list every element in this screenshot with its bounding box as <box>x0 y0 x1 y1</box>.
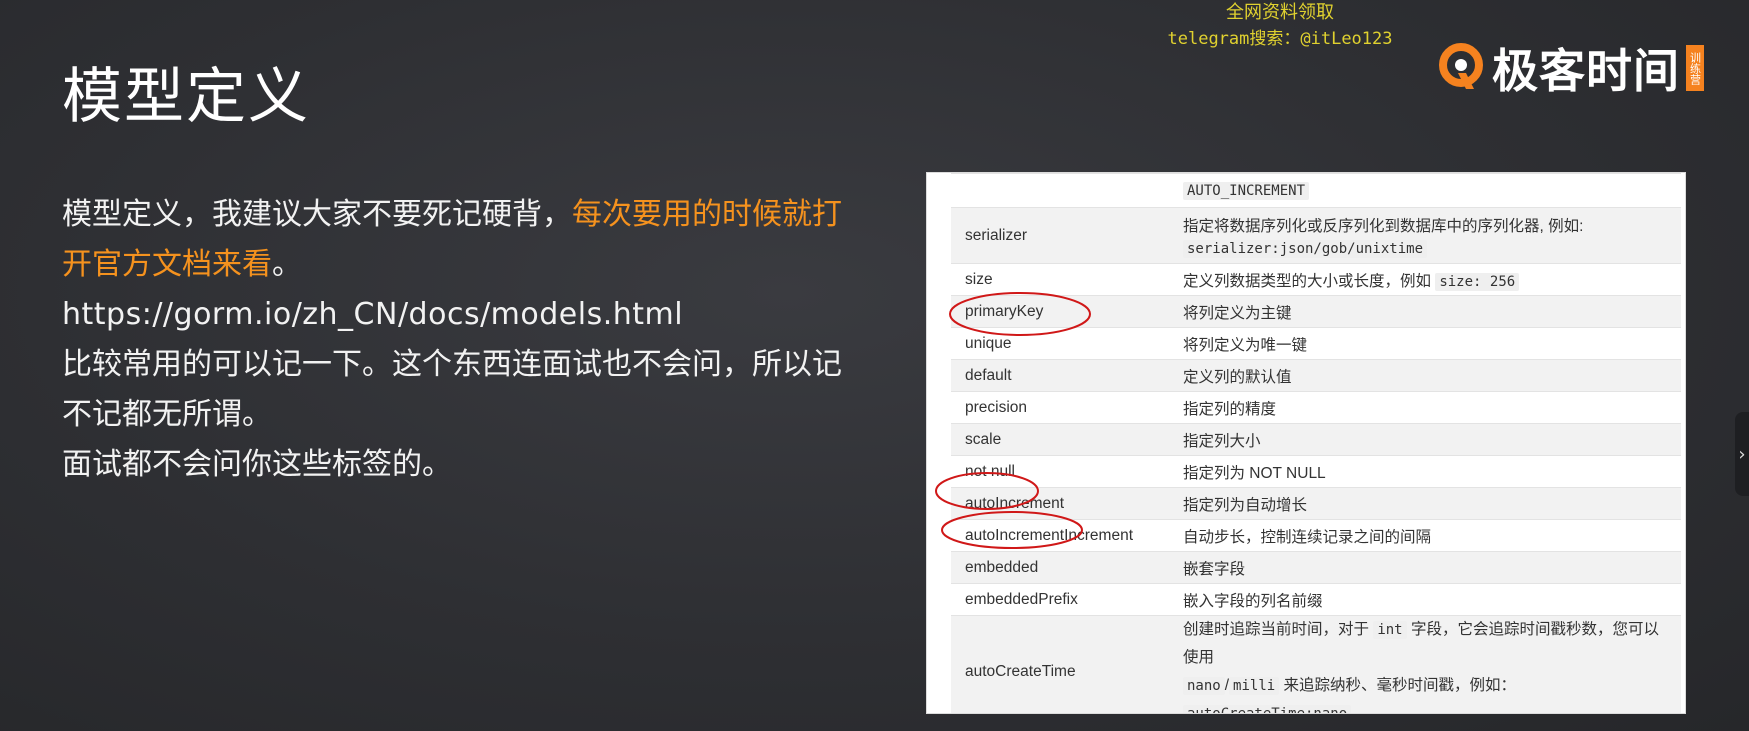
table-row: not null 指定列为 NOT NULL <box>951 455 1681 488</box>
tag-cell: autoIncrementIncrement <box>951 519 1169 552</box>
paragraph-common-usage: 比较常用的可以记一下。这个东西连面试也不会问，所以记不记都无所谓。 <box>62 347 842 432</box>
table-row: unique 将列定义为唯一键 <box>951 327 1681 360</box>
table-row: embeddedPrefix 嵌入字段的列名前缀 <box>951 583 1681 616</box>
advice-text: 模型定义，我建议大家不要死记硬背， <box>62 197 572 232</box>
tag-cell: unique <box>951 327 1169 360</box>
slide-body: 模型定义，我建议大家不要死记硬背，每次要用的时候就打开官方文档来看。 https… <box>62 190 842 490</box>
logo-text: 极客时间 <box>1492 44 1680 98</box>
desc-text: 定义列数据类型的大小或长度，例如 <box>1183 272 1432 290</box>
desc-text: 来追踪纳秒、毫秒时间戳，例如： <box>1283 677 1517 694</box>
desc-cell: 嵌套字段 <box>1169 551 1681 584</box>
tag-cell: embedded <box>951 551 1169 584</box>
desc-cell: AUTO_INCREMENT <box>1169 173 1681 208</box>
tag-cell: primaryKey <box>951 295 1169 328</box>
code-snippet: AUTO_INCREMENT <box>1183 181 1310 200</box>
desc-cell: 指定列大小 <box>1169 423 1681 456</box>
table-row: autoIncrementIncrement 自动步长，控制连续记录之间的间隔 <box>951 519 1681 552</box>
tag-cell: size <box>951 263 1169 296</box>
desc-text: 创建时追踪当前时间，对于 <box>1183 621 1370 638</box>
tag-cell: precision <box>951 391 1169 424</box>
table-row: autoCreateTime 创建时追踪当前时间，对于 int 字段，它会追踪时… <box>951 615 1681 713</box>
desc-cell: 自动步长，控制连续记录之间的间隔 <box>1169 519 1681 552</box>
tag-cell: autoCreateTime <box>951 615 1169 713</box>
desc-cell: 指定列为自动增长 <box>1169 487 1681 520</box>
logo-badge: 训练营 <box>1686 45 1704 91</box>
desc-cell: 嵌入字段的列名前缀 <box>1169 583 1681 616</box>
tag-cell: not null <box>951 455 1169 488</box>
table-row: embedded 嵌套字段 <box>951 551 1681 584</box>
code-snippet: autoCreateTime:nano <box>1183 705 1352 713</box>
paragraph-interview-note: 面试都不会问你这些标签的。 <box>62 447 452 482</box>
geektime-logo-icon <box>1439 43 1483 89</box>
desc-cell: 指定将数据序列化或反序列化到数据库中的序列化器, 例如: serializer:… <box>1169 207 1681 264</box>
desc-cell: 创建时追踪当前时间，对于 int 字段，它会追踪时间戳秒数，您可以使用 nano… <box>1169 615 1681 713</box>
watermark: 全网资料领取 telegram搜索：@itLeo123 <box>1110 0 1450 52</box>
desc-cell: 将列定义为唯一键 <box>1169 327 1681 360</box>
chevron-right-icon: › <box>1738 443 1746 465</box>
desc-cell: 指定列的精度 <box>1169 391 1681 424</box>
desc-text: 指定将数据序列化或反序列化到数据库中的序列化器, 例如: <box>1183 217 1584 235</box>
next-slide-button[interactable]: › <box>1735 412 1749 496</box>
desc-cell: 将列定义为主键 <box>1169 295 1681 328</box>
code-snippet: nano <box>1183 677 1225 695</box>
gorm-tags-table: AUTO_INCREMENT serializer 指定将数据序列化或反序列化到… <box>951 173 1681 713</box>
tag-cell: default <box>951 359 1169 392</box>
advice-end: 。 <box>272 247 302 282</box>
table-row: autoIncrement 指定列为自动增长 <box>951 487 1681 520</box>
watermark-line2: telegram搜索：@itLeo123 <box>1167 29 1393 49</box>
slide-title: 模型定义 <box>62 62 310 132</box>
table-row: primaryKey 将列定义为主键 <box>951 295 1681 328</box>
code-snippet: size: 256 <box>1435 272 1520 291</box>
table-row: AUTO_INCREMENT <box>951 173 1681 208</box>
desc-cell: 定义列数据类型的大小或长度，例如 size: 256 <box>1169 263 1681 296</box>
tag-cell: serializer <box>951 207 1169 264</box>
table-row: scale 指定列大小 <box>951 423 1681 456</box>
tag-cell: embeddedPrefix <box>951 583 1169 616</box>
tag-cell: autoIncrement <box>951 487 1169 520</box>
table-row: precision 指定列的精度 <box>951 391 1681 424</box>
paragraph-advice: 模型定义，我建议大家不要死记硬背，每次要用的时候就打开官方文档来看。 <box>62 190 842 290</box>
code-snippet: milli <box>1229 677 1280 695</box>
table-row: size 定义列数据类型的大小或长度，例如 size: 256 <box>951 263 1681 296</box>
desc-cell: 指定列为 NOT NULL <box>1169 455 1681 488</box>
tag-cell <box>951 173 1169 208</box>
code-snippet: int <box>1373 621 1407 639</box>
tag-cell: scale <box>951 423 1169 456</box>
table-row: default 定义列的默认值 <box>951 359 1681 392</box>
gorm-tags-table-screenshot: AUTO_INCREMENT serializer 指定将数据序列化或反序列化到… <box>926 172 1686 714</box>
docs-url[interactable]: https://gorm.io/zh_CN/docs/models.html <box>62 290 842 340</box>
code-snippet: serializer:json/gob/unixtime <box>1183 239 1428 258</box>
desc-cell: 定义列的默认值 <box>1169 359 1681 392</box>
watermark-line1: 全网资料领取 <box>1226 2 1334 23</box>
geektime-logo: 极客时间 训练营 <box>1436 40 1704 98</box>
table-row: serializer 指定将数据序列化或反序列化到数据库中的序列化器, 例如: … <box>951 207 1681 264</box>
